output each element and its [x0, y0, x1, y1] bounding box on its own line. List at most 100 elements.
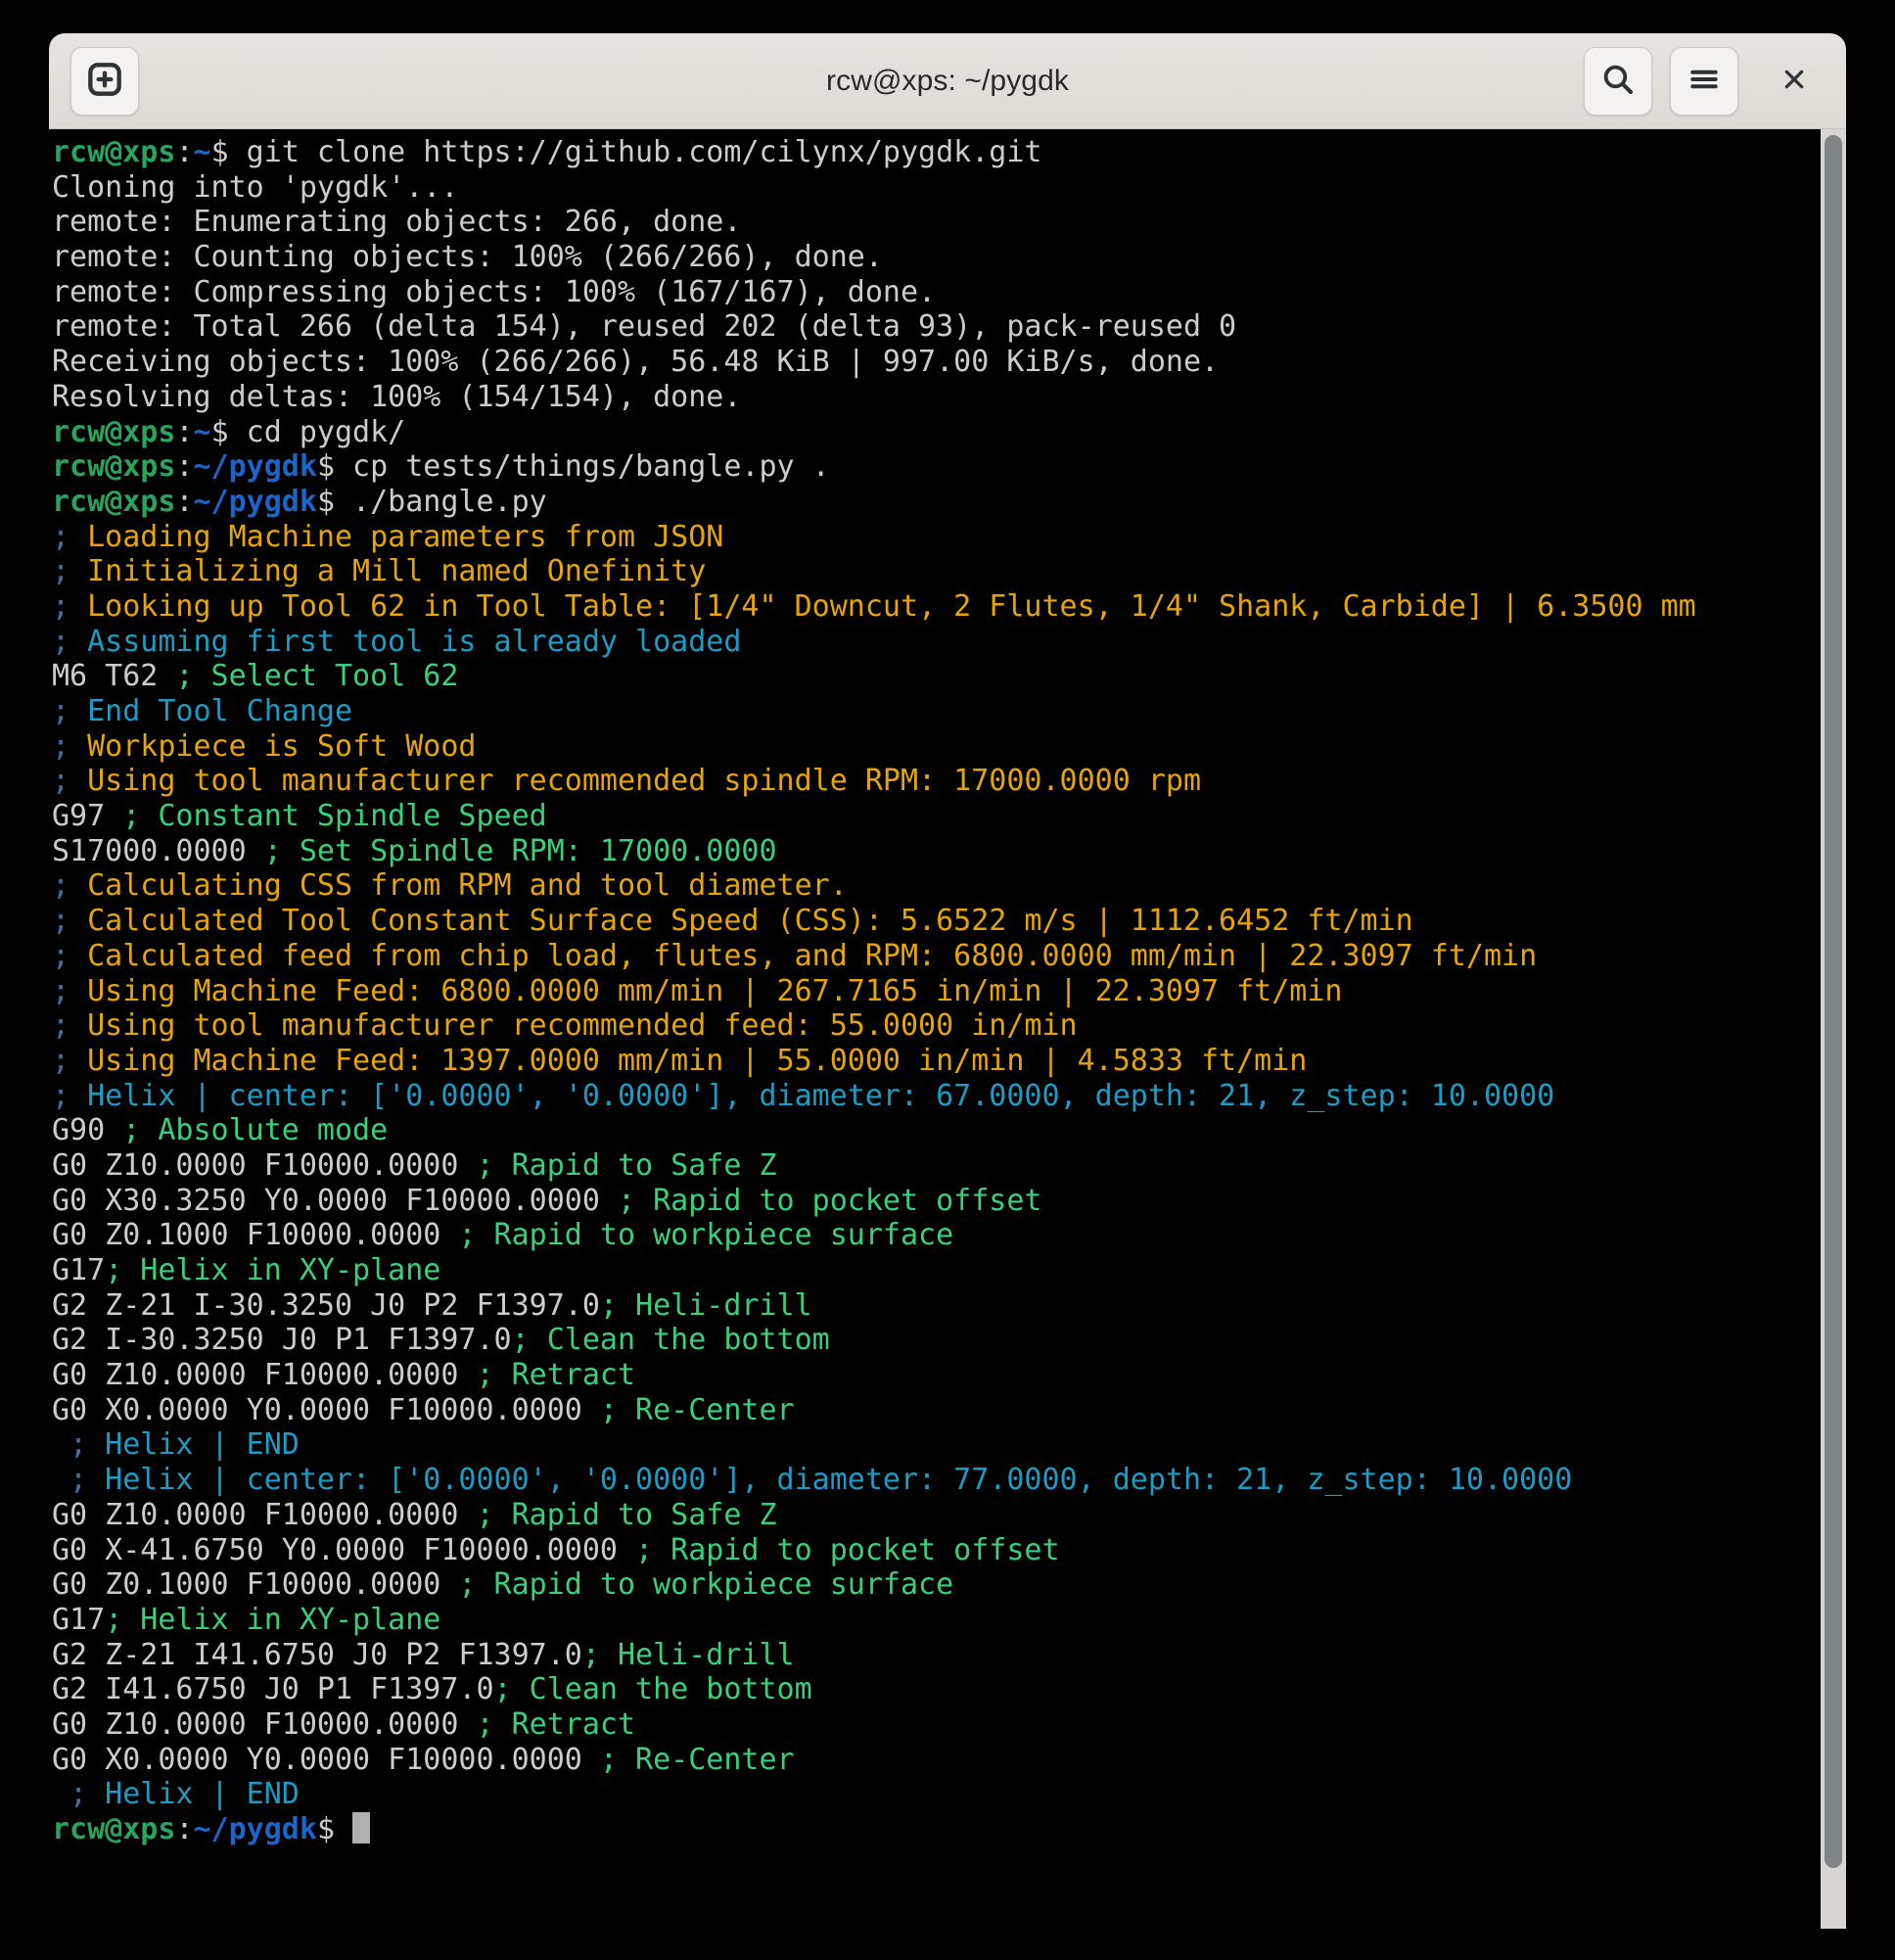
output-text: Receiving objects: 100% (266/266), 56.48…: [52, 345, 1220, 380]
gcode-text: G0 Z10.0000 F10000.0000: [52, 1147, 477, 1183]
terminal-body[interactable]: rcw@xps:~$ git clone https://github.com/…: [49, 129, 1846, 1929]
terminal-comment-line: ; Using Machine Feed: 1397.0000 mm/min |…: [52, 1044, 1846, 1079]
terminal-comment-line: ; Helix | center: ['0.0000', '0.0000'], …: [52, 1463, 1846, 1498]
prompt-colon: :: [175, 414, 194, 449]
terminal-output-line: Cloning into 'pygdk'...: [52, 170, 1846, 206]
gcode-comment: ; Rapid to Safe Z: [476, 1497, 777, 1532]
terminal-comment-line: ; Using tool manufacturer recommended fe…: [52, 1008, 1846, 1044]
terminal-gcode-line: G0 Z10.0000 F10000.0000 ; Retract: [52, 1358, 1846, 1393]
menu-button[interactable]: [1670, 46, 1738, 116]
terminal-command: [335, 1812, 352, 1846]
gcode-text: G0 Z10.0000 F10000.0000: [52, 1497, 477, 1532]
new-tab-button[interactable]: [70, 46, 139, 116]
terminal-gcode-line: S17000.0000 ; Set Spindle RPM: 17000.000…: [52, 834, 1846, 869]
terminal-output-line: remote: Enumerating objects: 266, done.: [52, 205, 1846, 240]
terminal-gcode-line: G2 Z-21 I41.6750 J0 P2 F1397.0; Heli-dri…: [52, 1638, 1846, 1673]
gcode-comment: ; Heli-drill: [599, 1287, 812, 1323]
search-icon: [1599, 61, 1637, 102]
terminal-gcode-line: G2 I-30.3250 J0 P1 F1397.0; Clean the bo…: [52, 1323, 1846, 1358]
comment-semicolon: ;: [52, 728, 70, 764]
comment-semicolon: ;: [52, 1078, 70, 1113]
terminal-comment-line: ; Helix | center: ['0.0000', '0.0000'], …: [52, 1079, 1846, 1114]
terminal-cursor: [352, 1812, 371, 1843]
gcode-text: G0 Z0.1000 F10000.0000: [52, 1567, 459, 1603]
terminal-output[interactable]: rcw@xps:~$ git clone https://github.com/…: [49, 129, 1846, 1929]
terminal-command: ./bangle.py: [335, 484, 547, 519]
comment-semicolon: ;: [52, 973, 70, 1008]
gcode-comment: ; Set Spindle RPM: 17000.0000: [263, 833, 777, 868]
prompt-colon: :: [175, 484, 194, 519]
comment-semicolon: ;: [52, 938, 70, 973]
terminal-output-line: remote: Total 266 (delta 154), reused 20…: [52, 309, 1846, 345]
new-tab-icon: [85, 60, 124, 103]
prompt-sigil: $: [316, 449, 335, 485]
terminal-gcode-line: G0 X30.3250 Y0.0000 F10000.0000 ; Rapid …: [52, 1184, 1846, 1219]
comment-text: Looking up Tool 62 in Tool Table: [1/4" …: [69, 588, 1696, 624]
comment-semicolon: ;: [52, 694, 70, 728]
terminal-gcode-line: G0 Z0.1000 F10000.0000 ; Rapid to workpi…: [52, 1218, 1846, 1253]
terminal-prompt-line: rcw@xps:~/pygdk$ cp tests/things/bangle.…: [52, 449, 1846, 485]
terminal-comment-line: ; Helix | END: [52, 1427, 1846, 1463]
comment-text: Workpiece is Soft Wood: [69, 728, 477, 764]
gcode-text: G0 X-41.6750 Y0.0000 F10000.0000: [52, 1532, 636, 1567]
comment-text: Calculating CSS from RPM and tool diamet…: [69, 868, 848, 904]
gcode-text: G0 Z10.0000 F10000.0000: [52, 1706, 477, 1742]
window-title: rcw@xps: ~/pygdk: [826, 64, 1069, 97]
prompt-sigil: $: [316, 1812, 335, 1846]
comment-semicolon: ;: [52, 1777, 88, 1812]
gcode-text: S17000.0000: [52, 833, 264, 868]
comment-semicolon: ;: [52, 554, 70, 589]
terminal-comment-line: ; Loading Machine parameters from JSON: [52, 520, 1846, 555]
hamburger-menu-icon: [1686, 61, 1723, 102]
terminal-output-line: remote: Compressing objects: 100% (167/1…: [52, 275, 1846, 310]
terminal-comment-line: ; Calculated Tool Constant Surface Speed…: [52, 904, 1846, 939]
prompt-path: ~/pygdk: [193, 449, 317, 485]
output-text: remote: Compressing objects: 100% (167/1…: [52, 274, 937, 309]
search-button[interactable]: [1584, 46, 1652, 116]
output-text: remote: Counting objects: 100% (266/266)…: [52, 240, 883, 275]
terminal-comment-line: ; Assuming first tool is already loaded: [52, 625, 1846, 660]
terminal-output-line: Receiving objects: 100% (266/266), 56.48…: [52, 345, 1846, 380]
terminal-prompt-line: rcw@xps:~$ cd pygdk/: [52, 415, 1846, 450]
output-text: Cloning into 'pygdk'...: [52, 169, 459, 205]
terminal-output-line: remote: Counting objects: 100% (266/266)…: [52, 240, 1846, 275]
comment-text: Calculated Tool Constant Surface Speed (…: [69, 904, 1413, 939]
terminal-comment-line: ; Initializing a Mill named Onefinity: [52, 554, 1846, 589]
terminal-gcode-line: G0 X-41.6750 Y0.0000 F10000.0000 ; Rapid…: [52, 1533, 1846, 1568]
prompt-colon: :: [175, 1812, 194, 1846]
gcode-text: G17: [52, 1253, 106, 1287]
prompt-path: ~/pygdk: [193, 484, 317, 519]
close-button[interactable]: [1764, 51, 1825, 112]
comment-semicolon: ;: [52, 1008, 70, 1044]
vertical-scrollbar[interactable]: [1821, 129, 1846, 1929]
terminal-gcode-line: G2 I41.6750 J0 P1 F1397.0; Clean the bot…: [52, 1672, 1846, 1707]
comment-text: Using Machine Feed: 6800.0000 mm/min | 2…: [69, 973, 1343, 1008]
prompt-user-host: rcw@xps: [52, 484, 176, 519]
comment-semicolon: ;: [52, 1427, 88, 1463]
gcode-comment: ; Rapid to Safe Z: [476, 1147, 777, 1183]
prompt-user-host: rcw@xps: [52, 414, 176, 449]
gcode-comment: ; Rapid to pocket offset: [617, 1183, 1042, 1218]
terminal-comment-line: ; Calculated feed from chip load, flutes…: [52, 939, 1846, 974]
terminal-prompt-line: rcw@xps:~/pygdk$ ./bangle.py: [52, 485, 1846, 520]
output-text: remote: Enumerating objects: 266, done.: [52, 205, 742, 240]
gcode-comment: ; Constant Spindle Speed: [122, 799, 547, 834]
gcode-text: G0 X30.3250 Y0.0000 F10000.0000: [52, 1183, 618, 1218]
comment-semicolon: ;: [52, 904, 70, 939]
prompt-path: ~/pygdk: [193, 1812, 317, 1846]
comment-text: Helix | END: [87, 1777, 300, 1812]
terminal-gcode-line: G17; Helix in XY-plane: [52, 1253, 1846, 1288]
titlebar: rcw@xps: ~/pygdk: [49, 33, 1846, 129]
terminal-gcode-line: G2 Z-21 I-30.3250 J0 P2 F1397.0; Heli-dr…: [52, 1288, 1846, 1324]
scrollbar-thumb[interactable]: [1825, 135, 1842, 1868]
comment-text: Helix | center: ['0.0000', '0.0000'], di…: [69, 1078, 1555, 1113]
gcode-comment: ; Rapid to workpiece surface: [458, 1567, 954, 1603]
terminal-gcode-line: G0 Z10.0000 F10000.0000 ; Retract: [52, 1707, 1846, 1743]
comment-semicolon: ;: [52, 1463, 88, 1498]
comment-text: Initializing a Mill named Onefinity: [69, 554, 707, 589]
output-text: Resolving deltas: 100% (154/154), done.: [52, 379, 742, 414]
gcode-text: G0 Z10.0000 F10000.0000: [52, 1358, 477, 1393]
terminal-gcode-line: G0 X0.0000 Y0.0000 F10000.0000 ; Re-Cent…: [52, 1393, 1846, 1428]
prompt-path: ~: [193, 414, 211, 449]
terminal-comment-line: ; Looking up Tool 62 in Tool Table: [1/4…: [52, 589, 1846, 625]
